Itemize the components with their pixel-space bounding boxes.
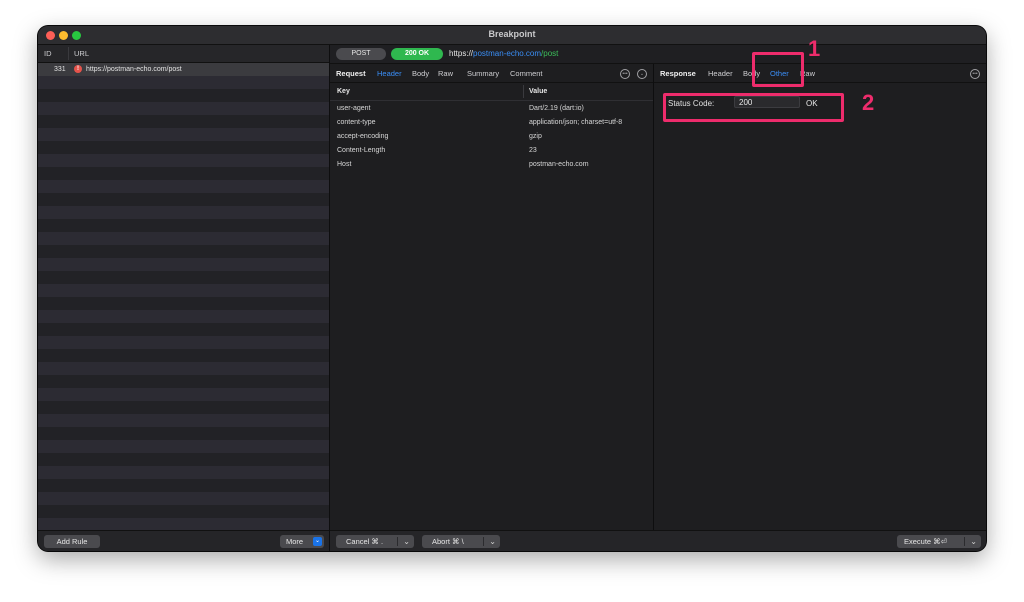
tab-response-header[interactable]: Header xyxy=(708,69,733,78)
more-button[interactable]: More ⌄ xyxy=(280,535,324,548)
annotation-box-2 xyxy=(663,93,844,122)
more-label: More xyxy=(286,537,304,546)
cancel-label: Cancel ⌘ . xyxy=(346,537,384,546)
id-column-header[interactable]: ID xyxy=(44,49,52,58)
table-row[interactable]: user-agent Dart/2.19 (dart:io) xyxy=(330,102,653,116)
header-value: 23 xyxy=(529,147,537,154)
error-icon: ! xyxy=(74,65,82,73)
list-header: ID URL xyxy=(38,45,329,63)
request-pane: Request Header Body Raw Summary Comment … xyxy=(330,64,654,530)
method-badge: POST xyxy=(336,48,386,60)
execute-label: Execute ⌘⏎ xyxy=(904,537,947,546)
action-bar: Cancel ⌘ . ⌄ Abort ⌘ \ ⌄ Execute ⌘⏎ ⌄ xyxy=(330,530,986,551)
url-bar: POST 200 OK https://postman-echo.com/pos… xyxy=(330,45,986,64)
url-column-header[interactable]: URL xyxy=(74,49,89,58)
response-pane: Response Header Body Other Raw ••• Statu… xyxy=(654,64,986,530)
request-tabs: Request Header Body Raw Summary Comment … xyxy=(330,64,653,83)
table-row[interactable]: Content-Length 23 xyxy=(330,144,653,158)
header-value: gzip xyxy=(529,133,542,140)
tab-request-body[interactable]: Body xyxy=(412,69,429,78)
chevron-down-icon[interactable]: ⌄ xyxy=(637,69,647,79)
request-url: https://postman-echo.com/post xyxy=(86,66,182,73)
table-row[interactable]: content-type application/json; charset=u… xyxy=(330,116,653,130)
key-column-header: Key xyxy=(337,88,350,95)
chevron-down-icon[interactable]: ⌄ xyxy=(970,535,977,548)
header-value: postman-echo.com xyxy=(529,161,589,168)
button-separator xyxy=(964,537,965,546)
tab-request-summary[interactable]: Summary xyxy=(467,69,499,78)
header-value: application/json; charset=utf-8 xyxy=(529,119,623,126)
header-key: user-agent xyxy=(337,105,371,112)
breakpoint-list-pane: ID URL 331 ! https://postman-echo.com/po… xyxy=(38,45,330,551)
tab-request-header[interactable]: Header xyxy=(377,69,402,78)
button-separator xyxy=(397,537,398,546)
url-path: /post xyxy=(541,49,559,58)
header-value: Dart/2.19 (dart:io) xyxy=(529,105,584,112)
chevron-down-icon[interactable]: ⌄ xyxy=(403,535,410,548)
list-footer: Add Rule More ⌄ xyxy=(38,530,329,551)
chevron-down-icon[interactable]: ⌄ xyxy=(489,535,496,548)
more-options-icon[interactable]: ••• xyxy=(620,69,630,79)
more-options-icon[interactable]: ••• xyxy=(970,69,980,79)
add-rule-button[interactable]: Add Rule xyxy=(44,535,100,548)
request-id: 331 xyxy=(54,66,66,73)
url-scheme: https:// xyxy=(449,49,474,58)
title-bar: Breakpoint xyxy=(38,26,986,45)
window-title: Breakpoint xyxy=(488,29,536,39)
header-key: Content-Length xyxy=(337,147,386,154)
table-row[interactable]: Host postman-echo.com xyxy=(330,158,653,172)
list-item[interactable]: 331 ! https://postman-echo.com/post xyxy=(38,63,329,76)
header-key: accept-encoding xyxy=(337,133,389,140)
response-tabs: Response Header Body Other Raw ••• xyxy=(654,64,986,83)
annotation-number-2: 2 xyxy=(862,90,875,115)
annotation-number-1: 1 xyxy=(808,36,821,61)
column-divider xyxy=(68,47,69,60)
table-row[interactable]: accept-encoding gzip xyxy=(330,130,653,144)
annotation-box-1 xyxy=(752,52,804,87)
abort-label: Abort ⌘ \ xyxy=(432,537,464,546)
header-table-head: Key Value xyxy=(330,83,653,101)
status-badge: 200 OK xyxy=(391,48,443,60)
tab-request-raw[interactable]: Raw xyxy=(438,69,453,78)
execute-button[interactable]: Execute ⌘⏎ ⌄ xyxy=(897,535,981,548)
request-url-display[interactable]: https://postman-echo.com/post xyxy=(449,49,558,58)
cancel-button[interactable]: Cancel ⌘ . ⌄ xyxy=(336,535,414,548)
value-column-header: Value xyxy=(529,88,548,95)
url-host: postman-echo.com xyxy=(473,49,542,58)
column-divider xyxy=(523,85,524,98)
header-key: content-type xyxy=(337,119,376,126)
response-title: Response xyxy=(660,69,696,78)
chevron-down-icon: ⌄ xyxy=(313,537,322,546)
header-key: Host xyxy=(337,161,352,168)
button-separator xyxy=(483,537,484,546)
abort-button[interactable]: Abort ⌘ \ ⌄ xyxy=(422,535,500,548)
request-title: Request xyxy=(336,69,366,78)
tab-request-comment[interactable]: Comment xyxy=(510,69,543,78)
request-list: 331 ! https://postman-echo.com/post xyxy=(38,63,329,530)
